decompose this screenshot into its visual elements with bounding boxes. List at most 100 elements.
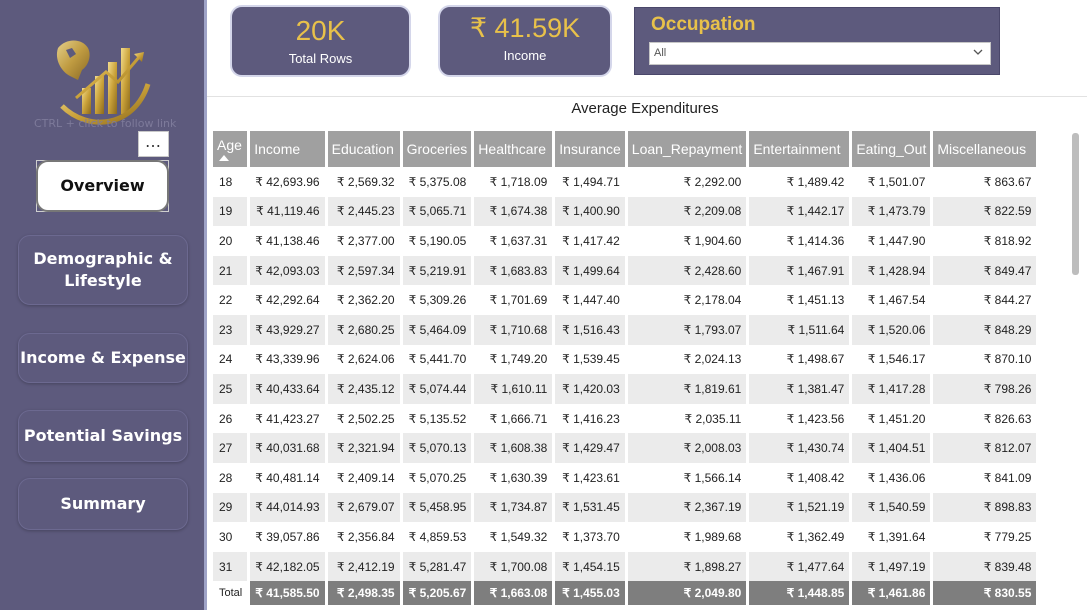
column-header-label: Age [217,137,242,153]
table-cell-age: 28 [213,462,251,493]
table-cell-eating-out: ₹ 1,540.59 [852,492,934,523]
table-cell-entertainment: ₹ 1,414.36 [749,226,853,256]
column-header-label: Insurance [559,141,621,157]
column-header-eating-out[interactable]: Eating_Out [852,131,934,167]
total-cell-eating-out: ₹ 1,461.86 [852,581,934,606]
table-cell-miscellaneous: ₹ 839.48 [933,551,1040,582]
table-row[interactable]: 18 ₹ 42,693.96 ₹ 2,569.32 ₹ 5,375.08 ₹ 1,718… [213,167,1040,197]
table-cell-education: ₹ 2,362.20 [327,285,403,315]
column-header-insurance[interactable]: Insurance [555,131,628,167]
table-row[interactable]: 20 ₹ 41,138.46 ₹ 2,377.00 ₹ 5,190.05 ₹ 1,637… [213,226,1040,256]
nav-potential-savings-label: Potential Savings [23,426,183,445]
table-cell-income: ₹ 40,031.68 [250,433,328,463]
table-row[interactable]: 29 ₹ 44,014.93 ₹ 2,679.07 ₹ 5,458.95 ₹ 1,734… [213,492,1040,523]
table-scrollbar-thumb[interactable] [1072,133,1079,275]
total-label: Total [213,581,251,606]
column-header-age[interactable]: Age [213,131,251,167]
table-total-row: Total ₹ 41,585.50 ₹ 2,498.35 ₹ 5,205.67 ₹ 1,… [213,581,1040,606]
table-cell-age: 19 [213,196,251,227]
table-cell-groceries: ₹ 5,074.44 [402,374,475,404]
table-cell-insurance: ₹ 1,454.15 [555,551,628,582]
table-cell-income: ₹ 41,119.46 [250,196,328,227]
kpi-total-rows-card: 20K Total Rows [230,5,411,77]
table-row[interactable]: 25 ₹ 40,433.64 ₹ 2,435.12 ₹ 5,074.44 ₹ 1,610… [213,374,1040,404]
table-cell-age: 20 [213,226,251,256]
table-cell-insurance: ₹ 1,429.47 [555,433,628,463]
table-cell-miscellaneous: ₹ 812.07 [933,433,1040,463]
occupation-dropdown-value: All [654,47,667,59]
table-row[interactable]: 28 ₹ 40,481.14 ₹ 2,409.14 ₹ 5,070.25 ₹ 1,630… [213,462,1040,493]
table-cell-groceries: ₹ 4,859.53 [402,522,475,552]
occupation-slicer: Occupation All [634,7,1000,75]
table-cell-loan-repayment: ₹ 1,566.14 [627,462,750,493]
nav-summary-button[interactable]: Summary [18,478,188,530]
table-cell-loan-repayment: ₹ 1,904.60 [627,226,750,256]
table-row[interactable]: 26 ₹ 41,423.27 ₹ 2,502.25 ₹ 5,135.52 ₹ 1,666… [213,403,1040,434]
total-cell-education: ₹ 2,498.35 [327,581,403,606]
link-tooltip: CTRL + click to follow link [34,117,177,130]
table-cell-income: ₹ 40,433.64 [250,374,328,404]
nav-income-expense-button[interactable]: Income & Expense [18,333,188,383]
table-cell-healthcare: ₹ 1,637.31 [474,226,556,256]
table-cell-groceries: ₹ 5,070.13 [402,433,475,463]
table-cell-insurance: ₹ 1,373.70 [555,522,628,552]
table-cell-eating-out: ₹ 1,451.20 [852,403,934,434]
nav-demographic-button[interactable]: Demographic & Lifestyle [18,235,188,305]
table-row[interactable]: 23 ₹ 43,929.27 ₹ 2,680.25 ₹ 5,464.09 ₹ 1,710… [213,314,1040,345]
table-cell-loan-repayment: ₹ 1,793.07 [627,314,750,345]
table-row[interactable]: 31 ₹ 42,182.05 ₹ 2,412.19 ₹ 5,281.47 ₹ 1,700… [213,551,1040,582]
table-row[interactable]: 30 ₹ 39,057.86 ₹ 2,356.84 ₹ 4,859.53 ₹ 1,549… [213,522,1040,552]
total-cell-groceries: ₹ 5,205.67 [402,581,475,606]
table-cell-healthcare: ₹ 1,630.39 [474,462,556,493]
table-cell-miscellaneous: ₹ 779.25 [933,522,1040,552]
table-cell-healthcare: ₹ 1,749.20 [474,344,556,375]
nav-demographic-label: Demographic & Lifestyle [33,249,173,290]
table-row[interactable]: 21 ₹ 42,093.03 ₹ 2,597.34 ₹ 5,219.91 ₹ 1,683… [213,255,1040,286]
column-header-healthcare[interactable]: Healthcare [474,131,556,167]
column-header-entertainment[interactable]: Entertainment [749,131,853,167]
table-cell-miscellaneous: ₹ 863.67 [933,167,1040,197]
occupation-dropdown[interactable]: All [649,42,991,65]
table-cell-entertainment: ₹ 1,477.64 [749,551,853,582]
column-header-label: Income [254,141,301,157]
column-header-miscellaneous[interactable]: Miscellaneous [933,131,1040,167]
table-cell-miscellaneous: ₹ 818.92 [933,226,1040,256]
slicer-title: Occupation [651,14,756,35]
table-row[interactable]: 22 ₹ 42,292.64 ₹ 2,362.20 ₹ 5,309.26 ₹ 1,701… [213,285,1040,315]
table-cell-income: ₹ 42,693.96 [250,167,328,197]
table-cell-groceries: ₹ 5,441.70 [402,344,475,375]
table-cell-groceries: ₹ 5,219.91 [402,255,475,286]
table-row[interactable]: 27 ₹ 40,031.68 ₹ 2,321.94 ₹ 5,070.13 ₹ 1,608… [213,433,1040,463]
column-header-groceries[interactable]: Groceries [402,131,475,167]
table-cell-loan-repayment: ₹ 1,898.27 [627,551,750,582]
table-cell-healthcare: ₹ 1,701.69 [474,285,556,315]
table-cell-healthcare: ₹ 1,549.32 [474,522,556,552]
table-cell-healthcare: ₹ 1,734.87 [474,492,556,523]
table-title: Average Expenditures [571,100,719,117]
table-cell-income: ₹ 43,929.27 [250,314,328,345]
nav-overview-button[interactable]: Overview [36,160,169,212]
table-cell-age: 27 [213,433,251,463]
table-cell-education: ₹ 2,377.00 [327,226,403,256]
table-cell-education: ₹ 2,597.34 [327,255,403,286]
column-header-loan-repayment[interactable]: Loan_Repayment [627,131,750,167]
column-header-income[interactable]: Income [250,131,328,167]
table-cell-eating-out: ₹ 1,447.90 [852,226,934,256]
table-cell-income: ₹ 42,093.03 [250,255,328,286]
table-row[interactable]: 19 ₹ 41,119.46 ₹ 2,445.23 ₹ 5,065.71 ₹ 1,674… [213,196,1040,227]
table-row[interactable]: 24 ₹ 43,339.96 ₹ 2,624.06 ₹ 5,441.70 ₹ 1,749… [213,344,1040,375]
table-cell-groceries: ₹ 5,375.08 [402,167,475,197]
table-cell-entertainment: ₹ 1,498.67 [749,344,853,375]
total-cell-income: ₹ 41,585.50 [250,581,328,606]
column-header-label: Entertainment [753,141,841,157]
table-cell-miscellaneous: ₹ 841.09 [933,462,1040,493]
column-header-label: Healthcare [478,141,546,157]
nav-potential-savings-button[interactable]: Potential Savings [18,410,188,462]
more-options-button[interactable]: … [138,131,169,157]
table-scrollbar[interactable] [1072,133,1079,609]
table-cell-eating-out: ₹ 1,467.54 [852,285,934,315]
nav-overview-label: Overview [60,176,145,195]
sort-ascending-icon [219,155,229,161]
column-header-education[interactable]: Education [327,131,403,167]
report-page: CTRL + click to follow link … Overview D… [0,0,1087,610]
